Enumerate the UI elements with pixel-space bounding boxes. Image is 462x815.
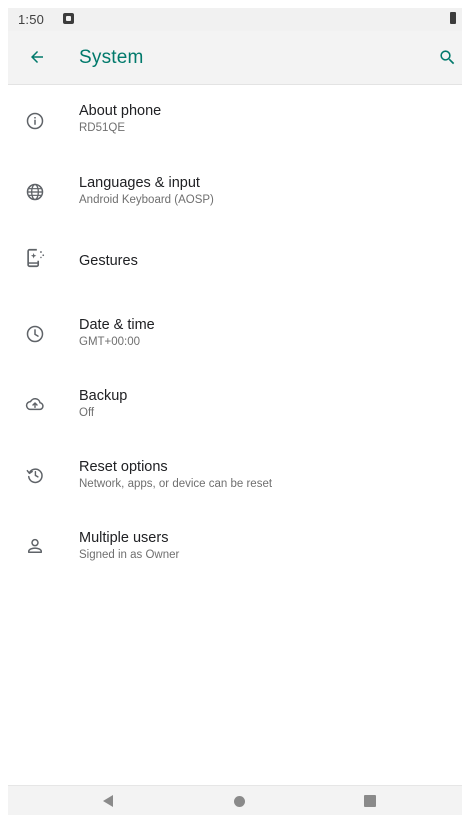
- settings-item-text: Reset options Network, apps, or device c…: [79, 458, 272, 492]
- settings-item-summary: Network, apps, or device can be reset: [79, 478, 273, 490]
- back-button[interactable]: [22, 42, 52, 72]
- nav-recents-icon[interactable]: [364, 795, 376, 807]
- settings-item-summary: GMT+00:00: [79, 336, 141, 348]
- settings-item-text: Backup Off: [79, 387, 127, 421]
- settings-item-reset-options[interactable]: Reset options Network, apps, or device c…: [8, 440, 462, 511]
- notification-a-icon: [63, 13, 74, 24]
- settings-item-text: About phone RD51QE: [79, 102, 161, 136]
- settings-item-about-phone[interactable]: About phone RD51QE: [8, 85, 462, 156]
- navigation-bar: [8, 785, 462, 815]
- settings-item-languages-input[interactable]: Languages & input Android Keyboard (AOSP…: [8, 156, 462, 227]
- cloud-backup-icon: [24, 393, 46, 415]
- settings-list: About phone RD51QE Languages & input And…: [8, 85, 462, 582]
- settings-item-title: About phone: [79, 103, 162, 119]
- settings-item-text: Date & time GMT+00:00: [79, 316, 155, 350]
- settings-item-title: Date & time: [79, 317, 155, 333]
- globe-icon: [24, 181, 46, 203]
- settings-item-text: Multiple users Signed in as Owner: [79, 529, 179, 563]
- reset-history-icon: [24, 464, 46, 486]
- settings-item-summary: Android Keyboard (AOSP): [79, 194, 214, 206]
- settings-item-title: Backup: [79, 388, 128, 404]
- person-icon: [24, 535, 46, 557]
- settings-item-summary: Signed in as Owner: [79, 549, 180, 561]
- settings-item-text: Languages & input Android Keyboard (AOSP…: [79, 174, 214, 208]
- arrow-back-icon: [31, 51, 43, 63]
- settings-item-summary: Off: [79, 407, 95, 419]
- battery-icon: [450, 12, 456, 24]
- settings-item-summary: RD51QE: [79, 122, 126, 134]
- settings-item-title: Languages & input: [79, 175, 200, 191]
- gestures-icon: [24, 247, 46, 269]
- settings-item-multiple-users[interactable]: Multiple users Signed in as Owner: [8, 511, 462, 582]
- settings-item-backup[interactable]: Backup Off: [8, 369, 462, 440]
- status-time: 1:50: [18, 12, 45, 27]
- clock-icon: [24, 323, 46, 345]
- status-bar: 1:50: [8, 8, 462, 31]
- settings-item-text: Gestures: [79, 252, 138, 270]
- settings-item-title: Reset options: [79, 459, 168, 475]
- nav-back-icon[interactable]: [103, 795, 113, 807]
- nav-home-icon[interactable]: [234, 796, 245, 807]
- search-icon: [439, 49, 454, 64]
- info-icon: [24, 110, 46, 132]
- search-button[interactable]: [432, 42, 462, 72]
- settings-item-title: Gestures: [79, 253, 138, 269]
- settings-item-date-time[interactable]: Date & time GMT+00:00: [8, 298, 462, 369]
- page-title: System: [79, 47, 144, 68]
- settings-item-gestures[interactable]: Gestures: [8, 227, 462, 298]
- system-settings-screen: 1:50 System About phone RD51QE Languages…: [0, 0, 462, 815]
- settings-item-title: Multiple users: [79, 530, 169, 546]
- app-bar: System: [8, 31, 462, 85]
